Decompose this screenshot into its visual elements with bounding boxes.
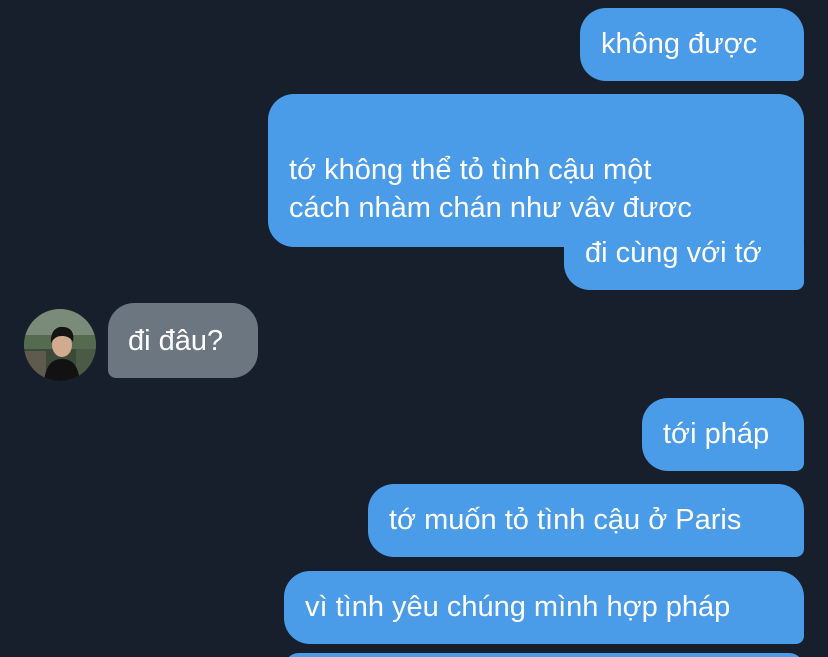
- message-text: tới pháp: [663, 418, 770, 450]
- message-text: đi đâu?: [128, 325, 224, 357]
- avatar-photo-icon: [24, 309, 96, 381]
- message-bubble-outgoing[interactable]: không được: [580, 8, 804, 81]
- message-text: vì tình yêu chúng mình hợp pháp: [305, 591, 731, 623]
- message-bubble-outgoing[interactable]: đi cùng với tớ: [564, 217, 804, 290]
- message-bubble-outgoing-partial[interactable]: [284, 653, 804, 657]
- message-bubble-outgoing[interactable]: vì tình yêu chúng mình hợp pháp: [284, 571, 804, 644]
- message-bubble-outgoing[interactable]: tớ muốn tỏ tình cậu ở Paris: [368, 484, 804, 557]
- message-bubble-outgoing[interactable]: tới pháp: [642, 398, 804, 471]
- message-text: tớ không thể tỏ tình cậu một cách nhàm c…: [289, 154, 692, 224]
- message-text: không được: [601, 28, 758, 60]
- message-text: đi cùng với tớ: [585, 237, 762, 269]
- message-text: tớ muốn tỏ tình cậu ở Paris: [389, 504, 742, 536]
- contact-avatar[interactable]: [24, 309, 96, 381]
- message-bubble-incoming[interactable]: đi đâu?: [108, 303, 258, 378]
